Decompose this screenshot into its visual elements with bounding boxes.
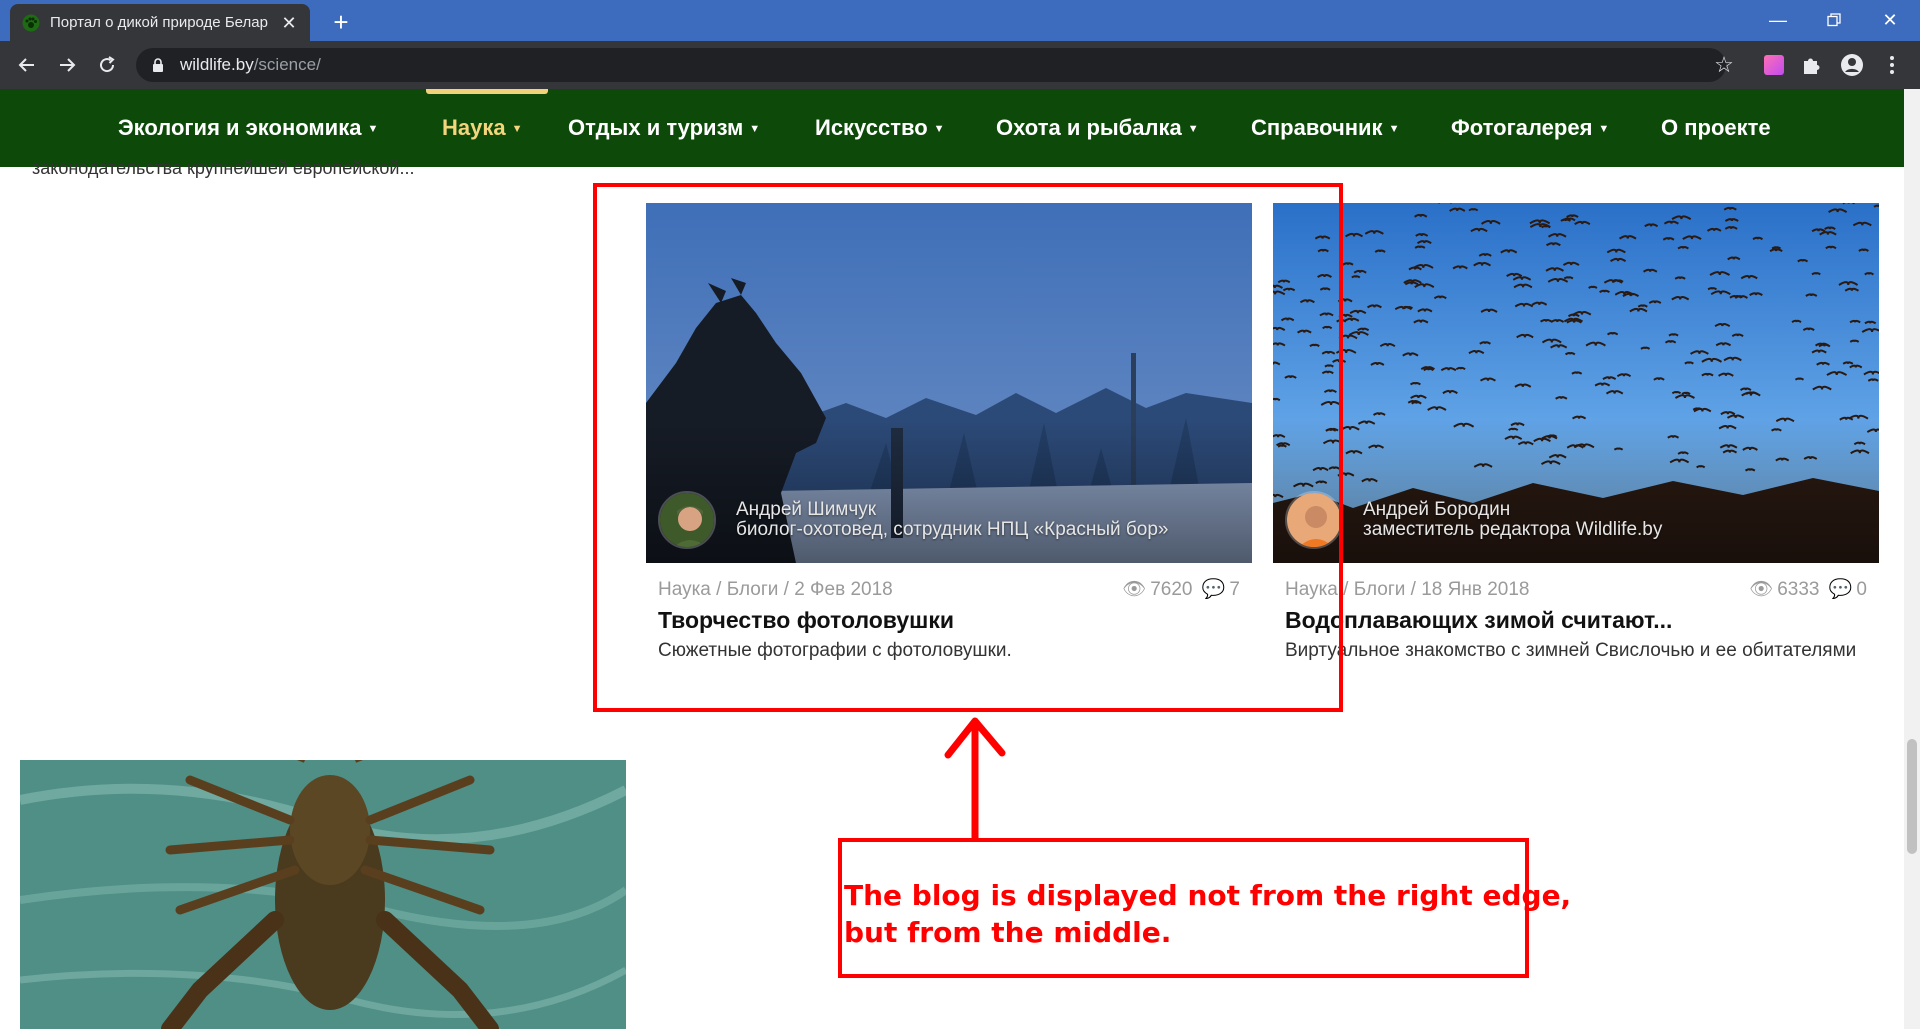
annotation-box: The blog is displayed not from the right…: [838, 838, 1572, 978]
nav-item-gallery[interactable]: Фотогалерея ▼: [1451, 113, 1609, 143]
reload-icon[interactable]: [92, 50, 122, 80]
tab-close-icon[interactable]: ✕: [280, 14, 298, 32]
restore-icon[interactable]: [1814, 6, 1854, 34]
eye-icon: 👁: [1749, 579, 1774, 600]
highlight-box: [593, 183, 1343, 712]
puzzle-icon[interactable]: [1800, 53, 1824, 77]
nav-item-science[interactable]: Наука ▼: [442, 113, 523, 143]
views-count: 6333: [1777, 579, 1820, 600]
nav-item-art[interactable]: Искусство ▼: [815, 113, 945, 143]
browser-tab[interactable]: Портал о дикой природе Белар ✕: [10, 4, 310, 41]
nav-item-tourism[interactable]: Отдых и туризм ▼: [568, 113, 760, 143]
minimize-icon[interactable]: —: [1758, 6, 1798, 34]
author-role: заместитель редактора Wildlife.by: [1363, 519, 1663, 540]
blog-photo-birds[interactable]: Андрей Бородин заместитель редактора Wil…: [1273, 203, 1879, 563]
bookmark-star-icon[interactable]: ☆: [1710, 49, 1738, 81]
profile-icon[interactable]: [1840, 53, 1864, 77]
browser-toolbar: wildlife.by/science/ ☆: [0, 41, 1920, 89]
active-indicator: [426, 89, 548, 94]
forward-icon[interactable]: [52, 50, 82, 80]
address-bar[interactable]: wildlife.by/science/: [136, 48, 1726, 82]
chevron-down-icon: ▼: [1598, 123, 1610, 135]
url-host: wildlife.by: [180, 55, 254, 74]
lock-icon: [152, 58, 166, 72]
chevron-down-icon: ▼: [511, 123, 523, 135]
blog-card[interactable]: Андрей Бородин заместитель редактора Wil…: [1273, 203, 1879, 663]
close-window-icon[interactable]: ✕: [1870, 6, 1910, 34]
scrollbar-thumb[interactable]: [1907, 739, 1917, 854]
chevron-down-icon: ▼: [749, 123, 761, 135]
chevron-down-icon: ▼: [933, 123, 945, 135]
article-photo-crayfish[interactable]: [20, 760, 626, 1029]
chevron-down-icon: ▼: [1388, 123, 1400, 135]
card-stats: 👁 6333 💬 0: [1745, 575, 1867, 605]
nav-item-hunting[interactable]: Охота и рыбалка ▼: [996, 113, 1199, 143]
card-title[interactable]: Водоплавающих зимой считают...: [1273, 607, 1879, 634]
extension-icon[interactable]: [1762, 53, 1786, 77]
card-description: Виртуальное знакомство с зимней Свислочь…: [1285, 640, 1857, 661]
site-nav: Экология и экономика ▼ Наука ▼ Отдых и тур…: [0, 89, 1904, 167]
card-meta: Наука / Блоги / 18 Янв 2018 👁 6333 💬 0: [1273, 575, 1879, 605]
nav-item-about[interactable]: О проекте: [1661, 113, 1771, 143]
annotation-line-2: but from the middle.: [844, 916, 1172, 949]
url-path: /science/: [253, 55, 321, 74]
annotation-line-1: The blog is displayed not from the right…: [844, 879, 1572, 912]
arrow-up-icon: [944, 717, 1006, 840]
nav-item-ecology[interactable]: Экология и экономика ▼: [118, 113, 378, 143]
chevron-down-icon: ▼: [1187, 123, 1199, 135]
browser-tab-bar: Портал о дикой природе Белар ✕ + — ✕: [0, 0, 1920, 41]
tab-title: Портал о дикой природе Белар: [50, 14, 268, 31]
nav-item-reference[interactable]: Справочник ▼: [1251, 113, 1399, 143]
page-scrollbar[interactable]: [1904, 89, 1920, 1029]
menu-kebab-icon[interactable]: [1880, 53, 1904, 77]
new-tab-button[interactable]: +: [326, 8, 356, 38]
comment-icon: 💬: [1828, 579, 1853, 600]
back-icon[interactable]: [12, 50, 42, 80]
comments-count: 0: [1856, 579, 1867, 600]
chevron-down-icon: ▼: [367, 123, 379, 135]
article-excerpt: законодательства крупнейшей европейской.…: [32, 158, 415, 178]
paw-icon: [22, 14, 40, 32]
author-name[interactable]: Андрей Бородин: [1363, 500, 1662, 520]
